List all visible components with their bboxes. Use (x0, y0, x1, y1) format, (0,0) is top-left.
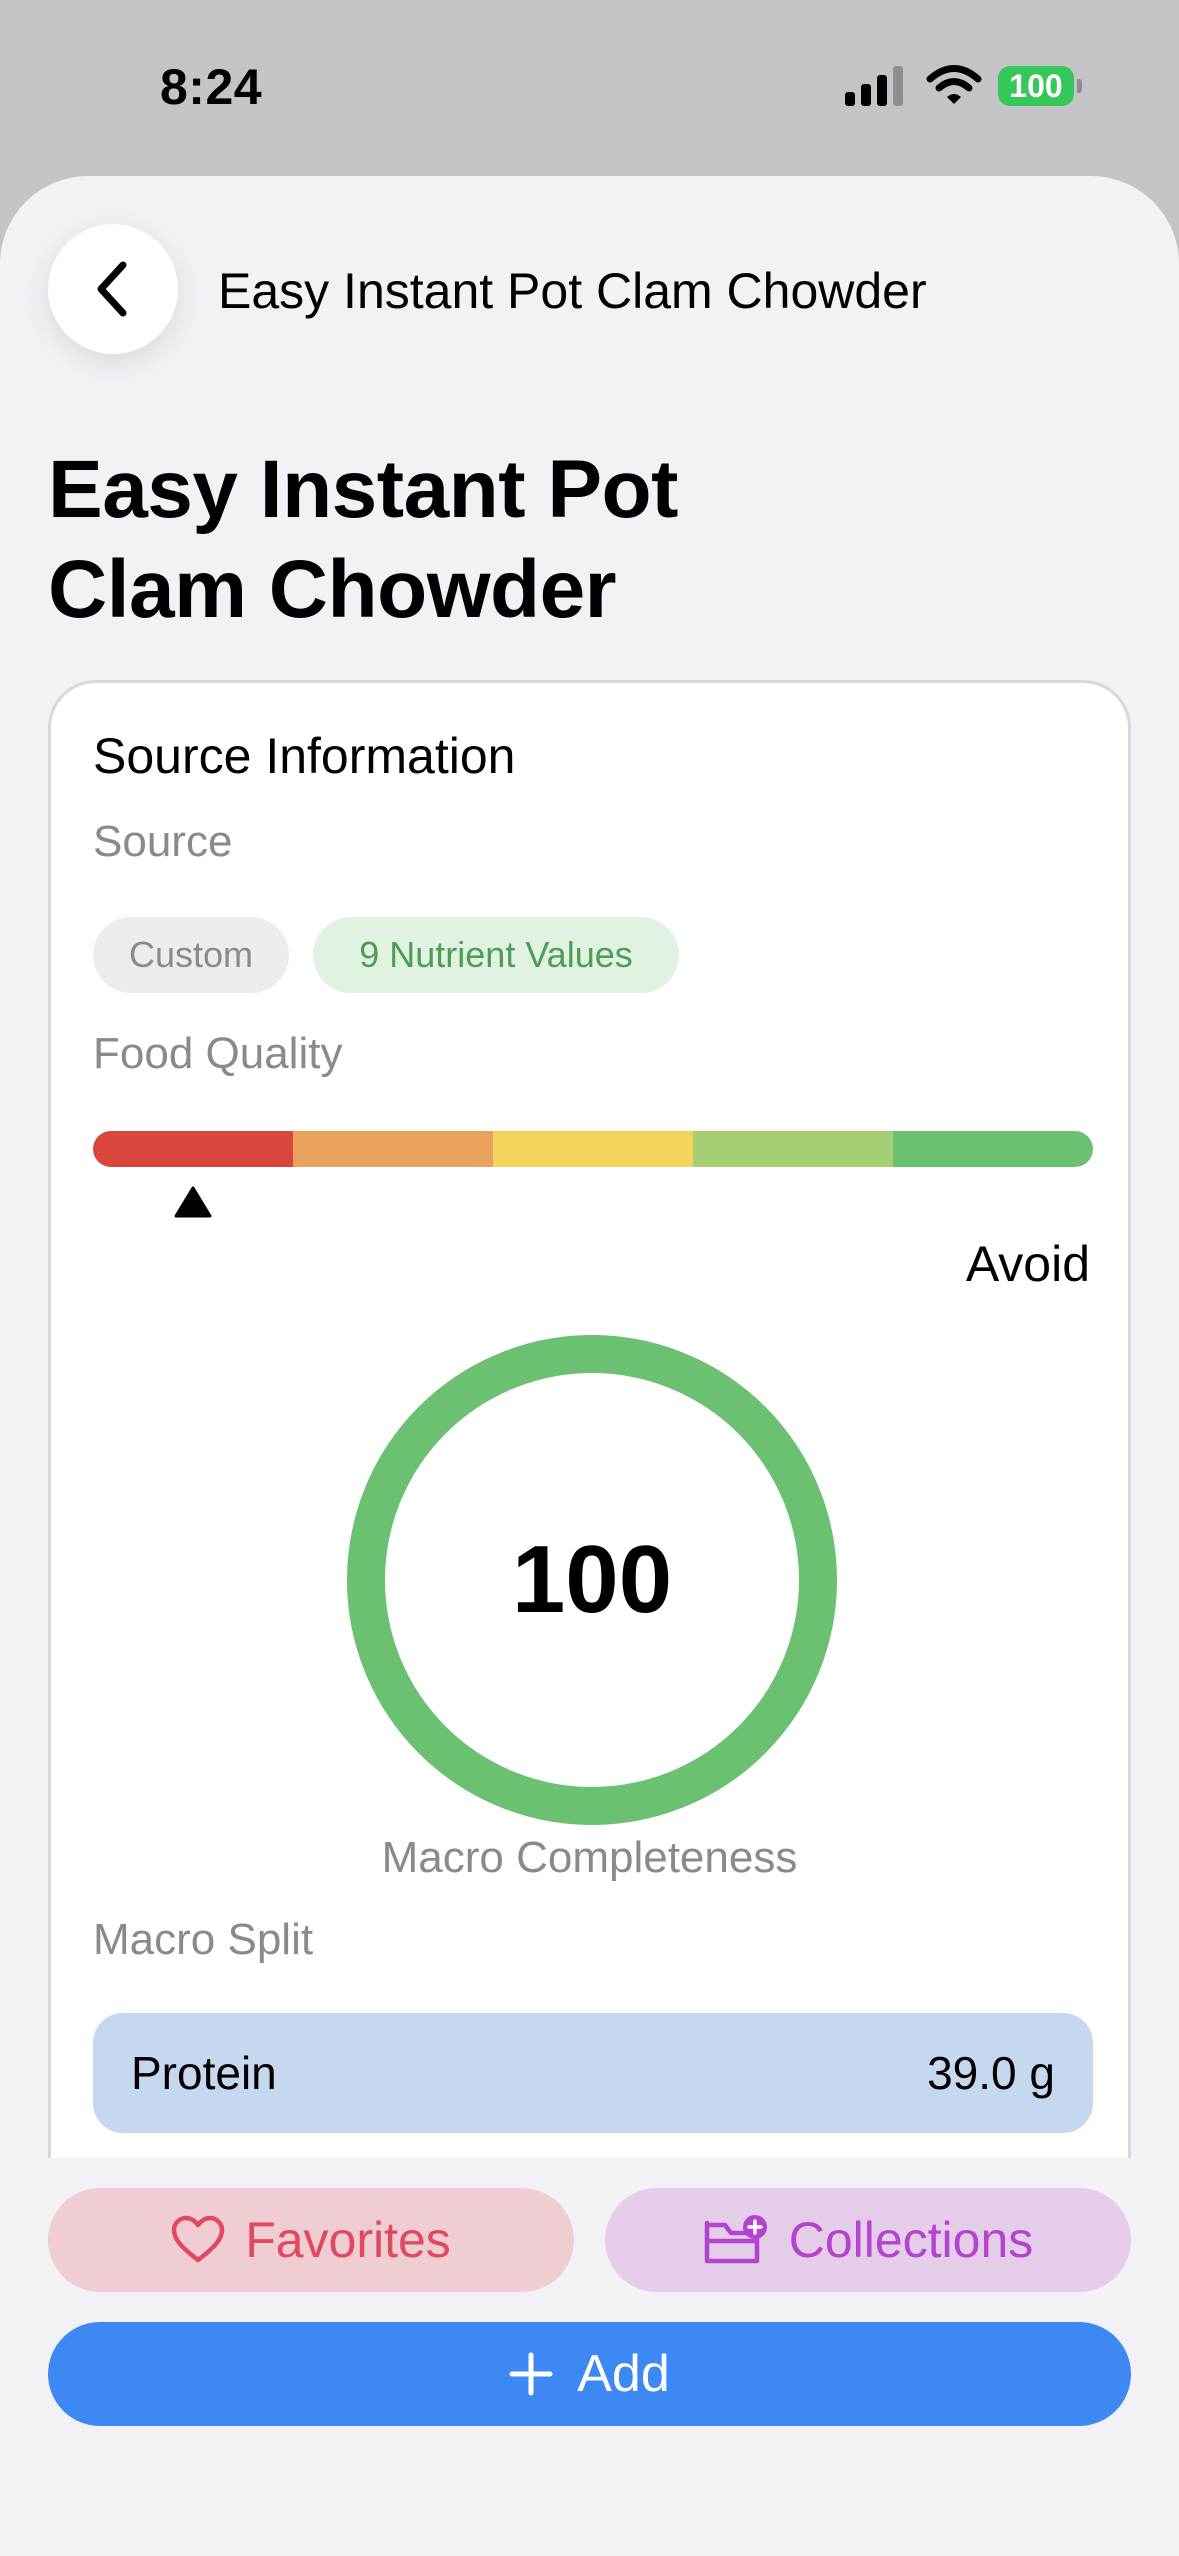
custom-chip[interactable]: Custom (93, 917, 289, 993)
macro-completeness-ring: 100 (347, 1335, 837, 1825)
macro-completeness-value: 100 (511, 1526, 673, 1633)
source-label: Source (93, 817, 233, 866)
macro-name: Protein (131, 2047, 277, 2099)
quality-segment-2 (293, 1131, 493, 1167)
nutrient-values-chip[interactable]: 9 Nutrient Values (313, 917, 679, 993)
battery-indicator: 100 (998, 66, 1082, 106)
bottom-action-panel: Favorites Collections Add (0, 2158, 1179, 2556)
macro-completeness-caption: Macro Completeness (381, 1833, 798, 1882)
wifi-icon (926, 65, 982, 104)
food-quality-result: Avoid (965, 1236, 1090, 1292)
favorites-button[interactable]: Favorites (48, 2188, 574, 2292)
quality-segment-1 (93, 1131, 293, 1167)
food-quality-bar (93, 1131, 1093, 1167)
heart-icon (171, 2215, 225, 2263)
quality-marker-icon (174, 1186, 212, 1218)
food-quality-label: Food Quality (93, 1029, 343, 1078)
quality-segment-5 (893, 1131, 1093, 1167)
card-heading: Source Information (93, 728, 516, 784)
collections-label: Collections (788, 2212, 1034, 2268)
macro-row-protein: Protein 39.0 g (93, 2013, 1093, 2133)
folder-plus-icon (704, 2215, 767, 2264)
back-button[interactable] (48, 224, 178, 354)
plus-icon (509, 2352, 553, 2396)
recipe-sheet: Easy Instant Pot Clam Chowder Easy Insta… (0, 176, 1179, 2556)
nav-title: Easy Instant Pot Clam Chowder (218, 263, 927, 319)
add-label: Add (577, 2345, 670, 2403)
collections-button[interactable]: Collections (605, 2188, 1131, 2292)
status-bar: 8:24 100 (0, 0, 1179, 176)
status-time: 8:24 (160, 59, 263, 115)
favorites-label: Favorites (245, 2212, 451, 2268)
add-button[interactable]: Add (48, 2322, 1131, 2426)
cellular-signal-icon (845, 66, 903, 106)
quality-segment-4 (693, 1131, 893, 1167)
macro-amount: 39.0 g (927, 2047, 1055, 2099)
chevron-left-icon (97, 261, 127, 317)
page-title: Easy Instant Pot Clam Chowder (48, 444, 678, 635)
macro-split-label: Macro Split (93, 1915, 314, 1964)
quality-segment-3 (493, 1131, 693, 1167)
